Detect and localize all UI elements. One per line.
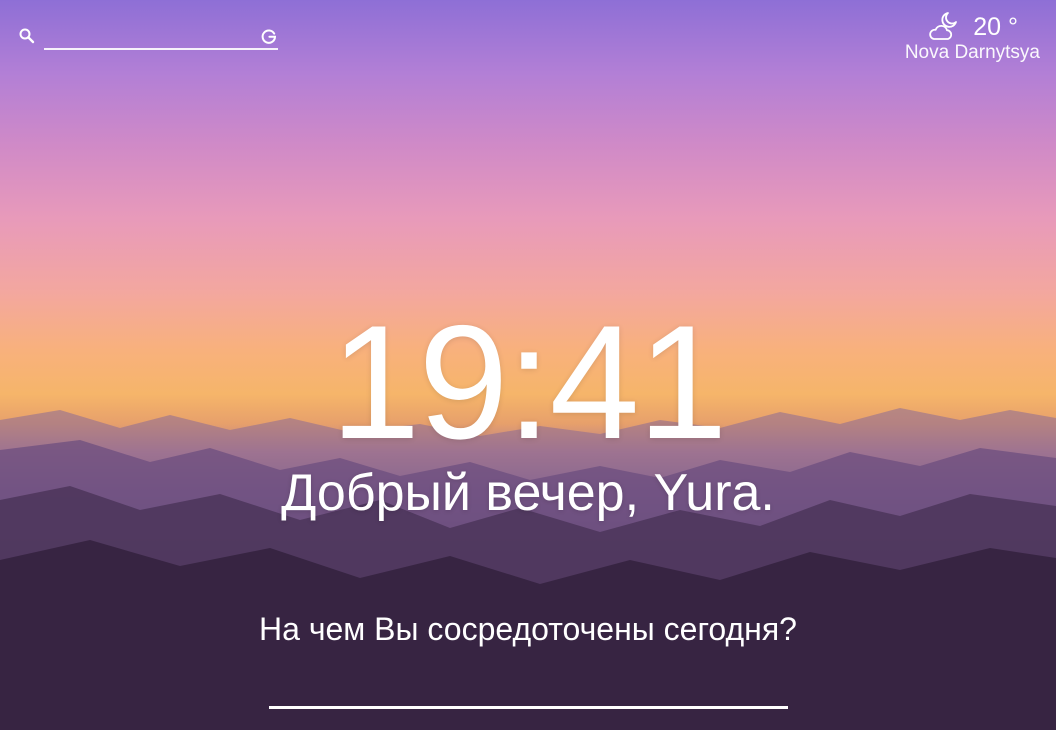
weather-location: Nova Darnytsya <box>904 42 1040 63</box>
weather-widget[interactable]: 20 ° Nova Darnytsya <box>880 8 1040 68</box>
greeting-text: Добрый вечер, Yura. <box>281 464 775 522</box>
google-icon[interactable] <box>260 27 278 45</box>
search-input[interactable] <box>44 26 278 50</box>
focus-prompt: На чем Вы сосредоточены сегодня? <box>259 611 797 647</box>
focus-input[interactable] <box>269 670 788 709</box>
search-bar <box>14 22 284 52</box>
partly-cloudy-night-icon <box>926 10 960 42</box>
search-icon[interactable] <box>18 27 36 45</box>
clock-time: 19:41 <box>330 292 727 473</box>
weather-temperature: 20 ° <box>973 13 1018 41</box>
